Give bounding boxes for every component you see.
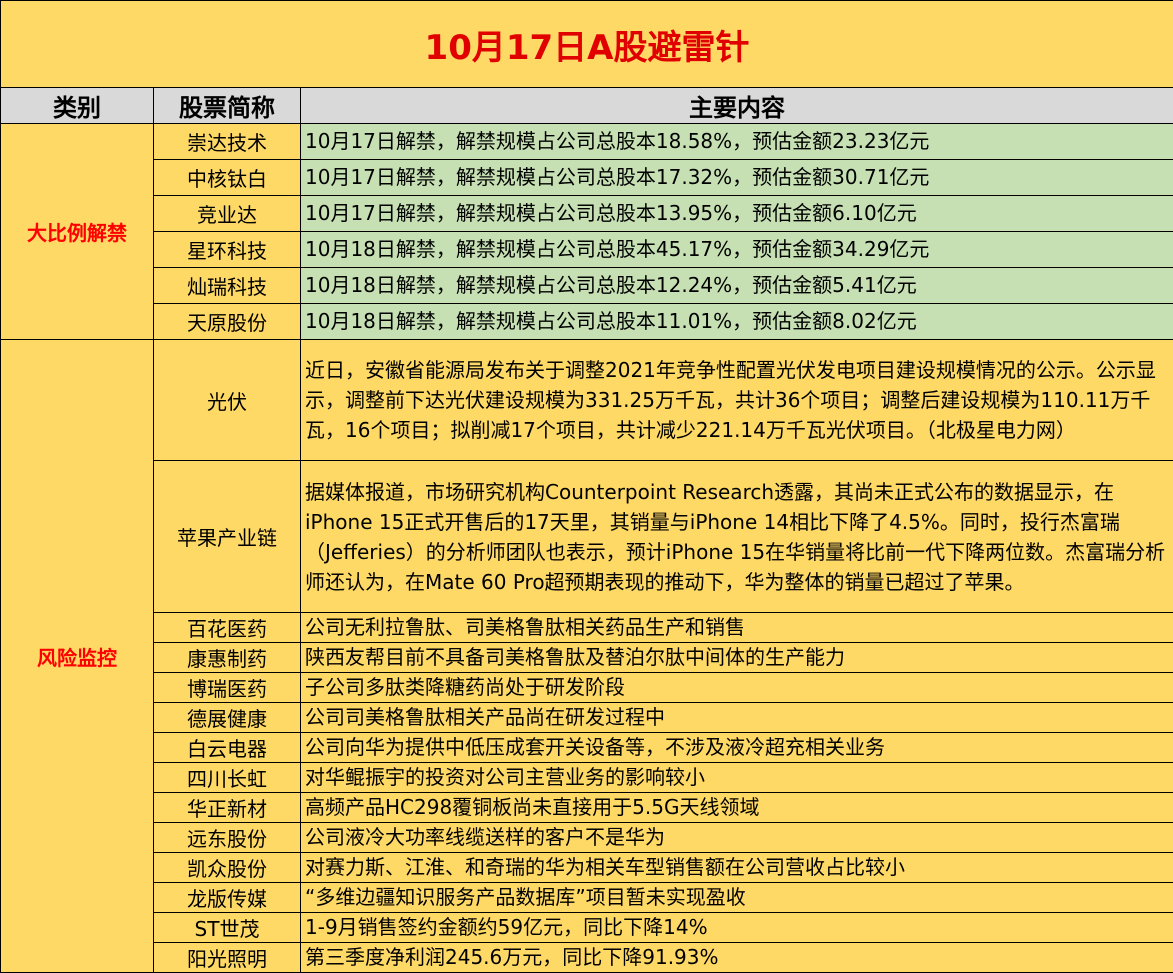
stock-content: 公司向华为提供中低压成套开关设备等，不涉及液冷超充相关业务 (301, 733, 1173, 763)
stock-content: 对赛力斯、江淮、和奇瑞的华为相关车型销售额在公司营收占比较小 (301, 853, 1173, 883)
category-risk: 风险监控 (1, 340, 154, 973)
stock-content: 1-9月销售签约金额约59亿元，同比下降14% (301, 913, 1173, 943)
stock-name: 德展健康 (154, 703, 301, 733)
stock-content: 10月17日解禁，解禁规模占公司总股本13.95%，预估金额6.10亿元 (301, 196, 1173, 232)
stock-name: 博瑞医药 (154, 673, 301, 703)
stock-content: 10月17日解禁，解禁规模占公司总股本17.32%，预估金额30.71亿元 (301, 160, 1173, 196)
stock-content: 高频产品HC298覆铜板尚未直接用于5.5G天线领域 (301, 793, 1173, 823)
stock-content: 近日，安徽省能源局发布关于调整2021年竞争性配置光伏发电项目建设规模情况的公示… (301, 340, 1173, 461)
header-stock: 股票简称 (154, 88, 301, 124)
stock-name: 星环科技 (154, 232, 301, 268)
avoid-risk-table: 10月17日A股避雷针 类别 股票简称 主要内容 大比例解禁 崇达技术 10月1… (0, 0, 1173, 973)
stock-name: 阳光照明 (154, 943, 301, 973)
stock-content: 陕西友帮目前不具备司美格鲁肽及替泊尔肽中间体的生产能力 (301, 643, 1173, 673)
page-title: 10月17日A股避雷针 (1, 1, 1173, 88)
stock-content: 第三季度净利润245.6万元，同比下降91.93% (301, 943, 1173, 973)
header-content: 主要内容 (301, 88, 1173, 124)
stock-name: 竞业达 (154, 196, 301, 232)
stock-name: 百花医药 (154, 613, 301, 643)
stock-name: 四川长虹 (154, 763, 301, 793)
stock-content: 10月17日解禁，解禁规模占公司总股本18.58%，预估金额23.23亿元 (301, 124, 1173, 160)
stock-name: 白云电器 (154, 733, 301, 763)
stock-name: 苹果产业链 (154, 461, 301, 613)
stock-content: 对华鲲振宇的投资对公司主营业务的影响较小 (301, 763, 1173, 793)
category-unlock: 大比例解禁 (1, 124, 154, 340)
stock-name: 崇达技术 (154, 124, 301, 160)
stock-content: “多维边疆知识服务产品数据库”项目暂未实现盈收 (301, 883, 1173, 913)
stock-name: 凯众股份 (154, 853, 301, 883)
stock-content: 10月18日解禁，解禁规模占公司总股本12.24%，预估金额5.41亿元 (301, 268, 1173, 304)
stock-name: 光伏 (154, 340, 301, 461)
stock-name: 灿瑞科技 (154, 268, 301, 304)
stock-content: 10月18日解禁，解禁规模占公司总股本11.01%，预估金额8.02亿元 (301, 304, 1173, 340)
stock-name: 康惠制药 (154, 643, 301, 673)
stock-content: 子公司多肽类降糖药尚处于研发阶段 (301, 673, 1173, 703)
stock-content: 公司液冷大功率线缆送样的客户不是华为 (301, 823, 1173, 853)
stock-name: ST世茂 (154, 913, 301, 943)
stock-content: 公司司美格鲁肽相关产品尚在研发过程中 (301, 703, 1173, 733)
stock-name: 天原股份 (154, 304, 301, 340)
stock-name: 远东股份 (154, 823, 301, 853)
stock-name: 华正新材 (154, 793, 301, 823)
stock-name: 龙版传媒 (154, 883, 301, 913)
header-category: 类别 (1, 88, 154, 124)
stock-content: 10月18日解禁，解禁规模占公司总股本45.17%，预估金额34.29亿元 (301, 232, 1173, 268)
stock-content: 据媒体报道，市场研究机构Counterpoint Research透露，其尚未正… (301, 461, 1173, 613)
stock-name: 中核钛白 (154, 160, 301, 196)
stock-content: 公司无利拉鲁肽、司美格鲁肽相关药品生产和销售 (301, 613, 1173, 643)
